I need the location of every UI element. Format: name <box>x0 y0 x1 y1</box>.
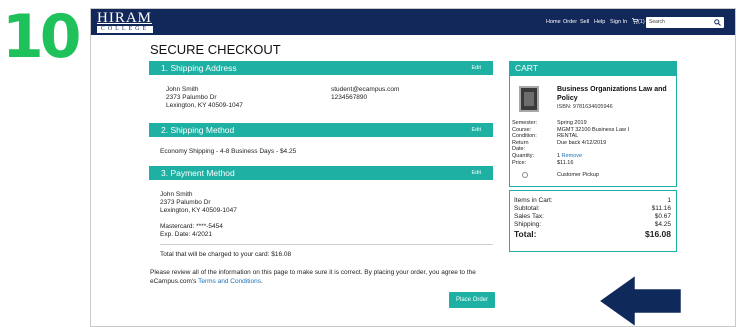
edit-payment-method-link[interactable]: Edit <box>472 166 481 180</box>
pay-card: Mastercard: ****-5454 <box>160 223 223 230</box>
section-title: 3. Payment Method <box>161 168 235 178</box>
ship-email: student@ecampus.com <box>331 86 400 93</box>
customer-pickup-label: Customer Pickup <box>557 172 599 178</box>
shipping-label: Shipping: <box>514 221 542 228</box>
detail-label: Price: <box>512 159 527 166</box>
review-suffix: . <box>260 278 263 285</box>
detail-value: Due back 4/12/2019 <box>557 139 607 146</box>
ship-name: John Smith <box>166 86 199 93</box>
total-value: $16.08 <box>645 229 671 239</box>
shipping-method-text: Economy Shipping - 4-8 Business Days - $… <box>160 148 297 155</box>
tax-value: $0.67 <box>654 213 671 220</box>
nav-sign-in[interactable]: Sign In <box>610 9 627 35</box>
items-value: 1 <box>667 197 671 204</box>
cart-item-box: Business Organizations Law and Policy IS… <box>509 75 677 187</box>
section-title: 2. Shipping Method <box>161 125 235 135</box>
items-label: Items in Cart: <box>514 197 553 204</box>
subtotal-value: $11.16 <box>651 205 671 212</box>
pay-street: 2373 Palumbo Dr <box>160 199 211 206</box>
detail-value: $11.16 <box>557 159 574 166</box>
pay-name: John Smith <box>160 191 193 198</box>
subtotal-label: Subtotal: <box>514 205 540 212</box>
payment-method-header: 3. Payment Method Edit <box>149 166 493 180</box>
left-arrow-icon <box>596 271 684 326</box>
edit-shipping-address-link[interactable]: Edit <box>472 61 481 75</box>
terms-and-conditions-link[interactable]: Terms and Conditions <box>198 278 261 285</box>
total-label: Total: <box>514 229 537 239</box>
cart-header: CART <box>509 61 677 75</box>
tax-label: Sales Tax: <box>514 213 544 220</box>
review-notice-line2: eCampus.com's Terms and Conditions. <box>150 278 263 286</box>
shipping-address-header: 1. Shipping Address Edit <box>149 61 493 75</box>
pay-city: Lexington, KY 40509-1047 <box>160 207 237 214</box>
search-input[interactable]: Search <box>646 17 724 28</box>
shipping-method-header: 2. Shipping Method Edit <box>149 123 493 137</box>
cart-title: CART <box>515 63 538 73</box>
ship-city: Lexington, KY 40509-1047 <box>166 102 243 109</box>
browser-page: HIRAM COLLEGE Home Order Sell Help Sign … <box>90 8 736 327</box>
remove-item-link[interactable]: Remove <box>562 153 582 159</box>
book-title[interactable]: Business Organizations Law and Policy <box>557 86 675 103</box>
edit-shipping-method-link[interactable]: Edit <box>472 123 481 137</box>
nav-sell[interactable]: Sell <box>580 9 589 35</box>
nav-order[interactable]: Order <box>563 9 577 35</box>
customer-pickup-radio[interactable] <box>522 172 528 178</box>
pay-exp: Exp. Date: 4/2021 <box>160 231 213 238</box>
cart-count: (1) <box>638 19 645 25</box>
review-prefix: eCampus.com's <box>150 278 199 285</box>
search-placeholder: Search <box>649 19 665 25</box>
step-number: 10 <box>2 2 82 72</box>
book-cover-image <box>519 86 539 112</box>
nav-help[interactable]: Help <box>594 9 605 35</box>
cart-summary-box: Items in Cart: 1 Subtotal: $11.16 Sales … <box>509 190 677 252</box>
detail-label: Date: <box>512 146 526 152</box>
section-title: 1. Shipping Address <box>161 63 237 73</box>
charge-total: Total that will be charged to your card:… <box>160 251 292 258</box>
divider <box>160 244 493 245</box>
nav-home[interactable]: Home <box>546 9 561 35</box>
nav-cart[interactable]: (1) <box>632 9 645 35</box>
ship-phone: 1234567890 <box>331 94 368 101</box>
ship-street: 2373 Palumbo Dr <box>166 94 217 101</box>
shipping-value: $4.25 <box>654 221 671 228</box>
book-isbn: ISBN: 9781634605946 <box>557 104 613 110</box>
search-icon[interactable] <box>714 19 721 26</box>
top-nav-bar: HIRAM COLLEGE Home Order Sell Help Sign … <box>91 9 735 35</box>
hiram-college-logo[interactable]: HIRAM COLLEGE <box>97 11 153 33</box>
place-order-button[interactable]: Place Order <box>449 292 495 308</box>
logo-main-text: HIRAM <box>97 10 153 26</box>
logo-sub-text: COLLEGE <box>97 26 153 33</box>
review-notice: Please review all of the information on … <box>150 269 476 276</box>
page-title: SECURE CHECKOUT <box>150 42 281 57</box>
